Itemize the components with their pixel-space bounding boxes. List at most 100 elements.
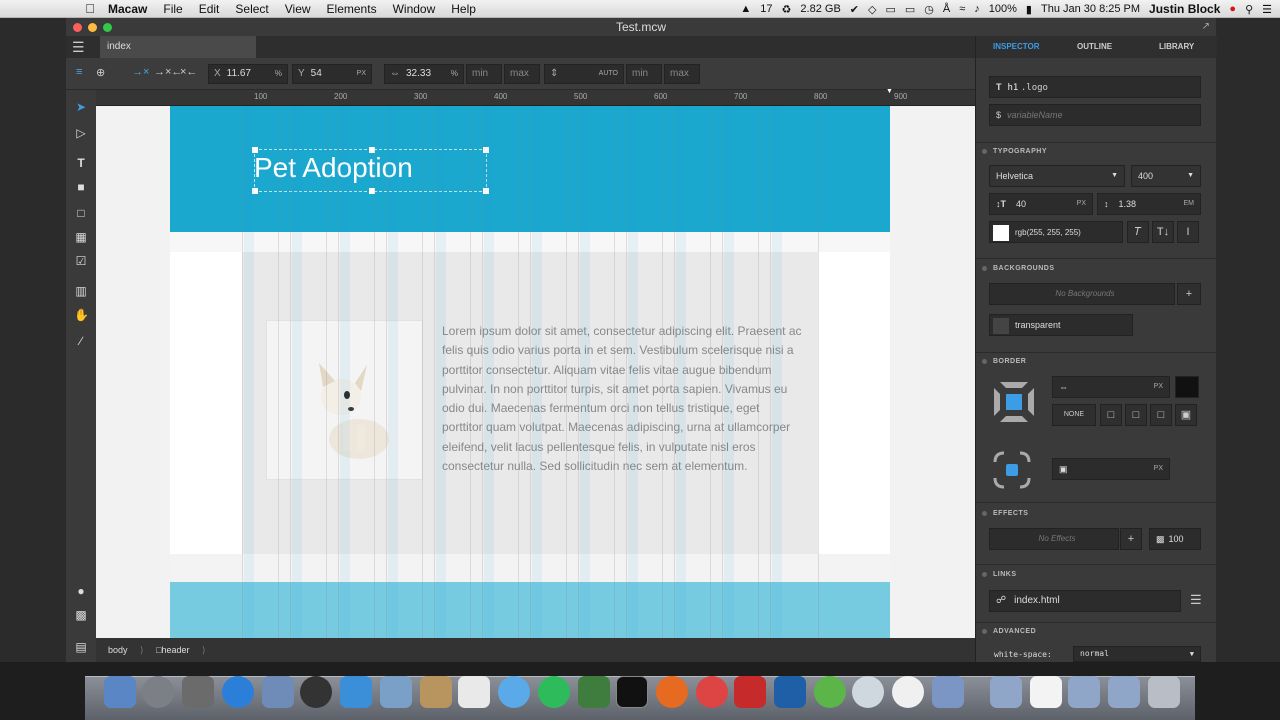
tweetbot-icon[interactable] [380, 676, 412, 708]
hamburger-menu-icon[interactable]: ☰ [72, 40, 85, 54]
tab-inspector[interactable]: INSPECTOR [993, 36, 1040, 58]
checkbox-tool-icon[interactable]: ☑ [74, 254, 88, 268]
calendar-icon[interactable] [458, 676, 490, 708]
border-radius-icon[interactable] [992, 450, 1032, 490]
user-name[interactable]: Justin Block [1149, 2, 1220, 16]
border-color-swatch[interactable] [1175, 376, 1199, 398]
app-store-icon[interactable] [222, 676, 254, 708]
contacts-icon[interactable] [420, 676, 452, 708]
menu-window[interactable]: Window [385, 2, 444, 16]
white-space-select[interactable]: normal ▼ [1073, 646, 1201, 662]
macaw-icon[interactable] [774, 676, 806, 708]
text-transform-icon[interactable]: T↓ [1152, 221, 1174, 243]
hand-tool-icon[interactable]: ✋ [74, 308, 89, 322]
menu-select[interactable]: Select [227, 2, 276, 16]
spotlight-icon[interactable]: ⚲ [1245, 3, 1253, 16]
spotify-icon[interactable] [538, 676, 570, 708]
mail-stamp-icon[interactable] [262, 676, 294, 708]
adium-icon[interactable] [892, 676, 924, 708]
breadcrumb-body[interactable]: body [108, 638, 128, 662]
add-effect-icon[interactable]: + [1120, 528, 1142, 550]
text-tool-icon[interactable]: T [74, 156, 88, 170]
brackets-icon[interactable] [734, 676, 766, 708]
position-absolute-icon[interactable]: ×← [180, 66, 197, 78]
word-icon[interactable] [340, 676, 372, 708]
document-icon[interactable] [1030, 676, 1062, 708]
layers-icon[interactable]: ◇ [868, 3, 876, 16]
width-field[interactable]: ⇔ 32.33 % [384, 64, 464, 84]
volume-icon[interactable]: ♪ [974, 3, 980, 15]
tab-outline[interactable]: OUTLINE [1077, 36, 1112, 58]
notification-badge-icon[interactable]: ● [1229, 3, 1236, 15]
adobe-icon[interactable]: ▲ [740, 3, 751, 15]
time-machine-icon[interactable]: ◷ [924, 3, 934, 16]
ruler-marker-icon[interactable]: ▼ [886, 88, 893, 95]
zoom-window-icon[interactable] [103, 23, 112, 32]
breadcrumb-header[interactable]: □header [156, 638, 189, 662]
sync-icon[interactable]: ♻ [782, 3, 792, 16]
app-menu[interactable]: Macaw [100, 2, 155, 16]
link-field[interactable]: ☍ index.html [989, 590, 1181, 612]
x-position-field[interactable]: X 11.67 % [208, 64, 288, 84]
select-tool-icon[interactable]: ➤ [74, 100, 88, 114]
minimize-window-icon[interactable] [88, 23, 97, 32]
selector-field[interactable]: Th1 .logo [989, 76, 1201, 98]
close-window-icon[interactable] [73, 23, 82, 32]
grid-toggle-icon[interactable]: ▩ [74, 608, 88, 622]
add-background-icon[interactable]: + [1177, 283, 1201, 305]
border-solid-icon[interactable]: □ [1100, 404, 1122, 426]
terminal-icon[interactable] [616, 676, 648, 708]
evernote-icon[interactable] [578, 676, 610, 708]
fullscreen-icon[interactable]: ↗ [1202, 18, 1210, 36]
text-cursor-icon[interactable]: I [1177, 221, 1199, 243]
border-sides-icon[interactable] [992, 380, 1036, 424]
font-size-field[interactable]: ↕T 40 PX [989, 193, 1093, 215]
battery-icon[interactable]: ▮ [1026, 3, 1032, 16]
border-dashed-icon[interactable]: □ [1125, 404, 1147, 426]
bluetooth-icon[interactable]: Å [943, 3, 950, 15]
align-icon[interactable]: ≡ [76, 66, 82, 78]
tab-index[interactable]: index [100, 36, 256, 58]
chrome-icon[interactable] [696, 676, 728, 708]
launchpad-icon[interactable] [142, 676, 174, 708]
messages-icon[interactable] [498, 676, 530, 708]
background-color-field[interactable]: transparent [989, 314, 1133, 336]
applications-folder-icon[interactable] [990, 676, 1022, 708]
min-width-field[interactable]: min [466, 64, 502, 84]
user-icon[interactable]: ● [74, 584, 88, 598]
border-radius-field[interactable]: ▣ PX [1052, 458, 1170, 480]
container-tool-icon[interactable]: □ [74, 206, 88, 220]
menu-help[interactable]: Help [443, 2, 484, 16]
element-tool-icon[interactable]: ■ [74, 180, 88, 194]
notification-center-icon[interactable]: ☰ [1262, 3, 1272, 16]
display-icon[interactable]: ▭ [885, 3, 895, 16]
battery-readout[interactable]: 100% [989, 3, 1017, 15]
font-family-select[interactable]: Helvetica ▼ [989, 165, 1125, 187]
finder-icon[interactable] [104, 676, 136, 708]
direct-select-tool-icon[interactable]: ▷ [74, 126, 88, 140]
eyedropper-tool-icon[interactable]: ∕ [74, 334, 88, 348]
trash-icon[interactable] [1148, 676, 1180, 708]
crop-tool-icon[interactable]: ▥ [74, 284, 88, 298]
opacity-field[interactable]: ▩ 100 [1149, 528, 1201, 550]
min-height-field[interactable]: min [626, 64, 662, 84]
preview-icon[interactable] [182, 676, 214, 708]
variable-name-field[interactable]: $ variableName [989, 104, 1201, 126]
link-options-icon[interactable]: ☰ [1190, 592, 1202, 608]
menu-elements[interactable]: Elements [319, 2, 385, 16]
body-paragraph[interactable]: Lorem ipsum dolor sit amet, consectetur … [442, 322, 802, 476]
leaf-app-icon[interactable] [814, 676, 846, 708]
tab-library[interactable]: LIBRARY [1159, 36, 1194, 58]
font-weight-select[interactable]: 400 ▼ [1131, 165, 1201, 187]
text-color-field[interactable]: rgb(255, 255, 255) [989, 221, 1123, 243]
iphoto-icon[interactable] [932, 676, 964, 708]
border-double-icon[interactable]: ▣ [1175, 404, 1197, 426]
design-canvas[interactable]: Pet Adoption Lorem ipsum dolor sit amet,… [96, 106, 975, 638]
color-swatch[interactable] [993, 224, 1009, 241]
downloads-folder-icon[interactable] [1068, 676, 1100, 708]
apple-menu-icon[interactable]:  [80, 1, 100, 16]
height-field[interactable]: ⇕ AUTO [544, 64, 624, 84]
italic-icon[interactable]: 𝑇 [1127, 221, 1149, 243]
color-swatch[interactable] [993, 317, 1009, 334]
memory-readout[interactable]: 2.82 GB [800, 3, 840, 15]
